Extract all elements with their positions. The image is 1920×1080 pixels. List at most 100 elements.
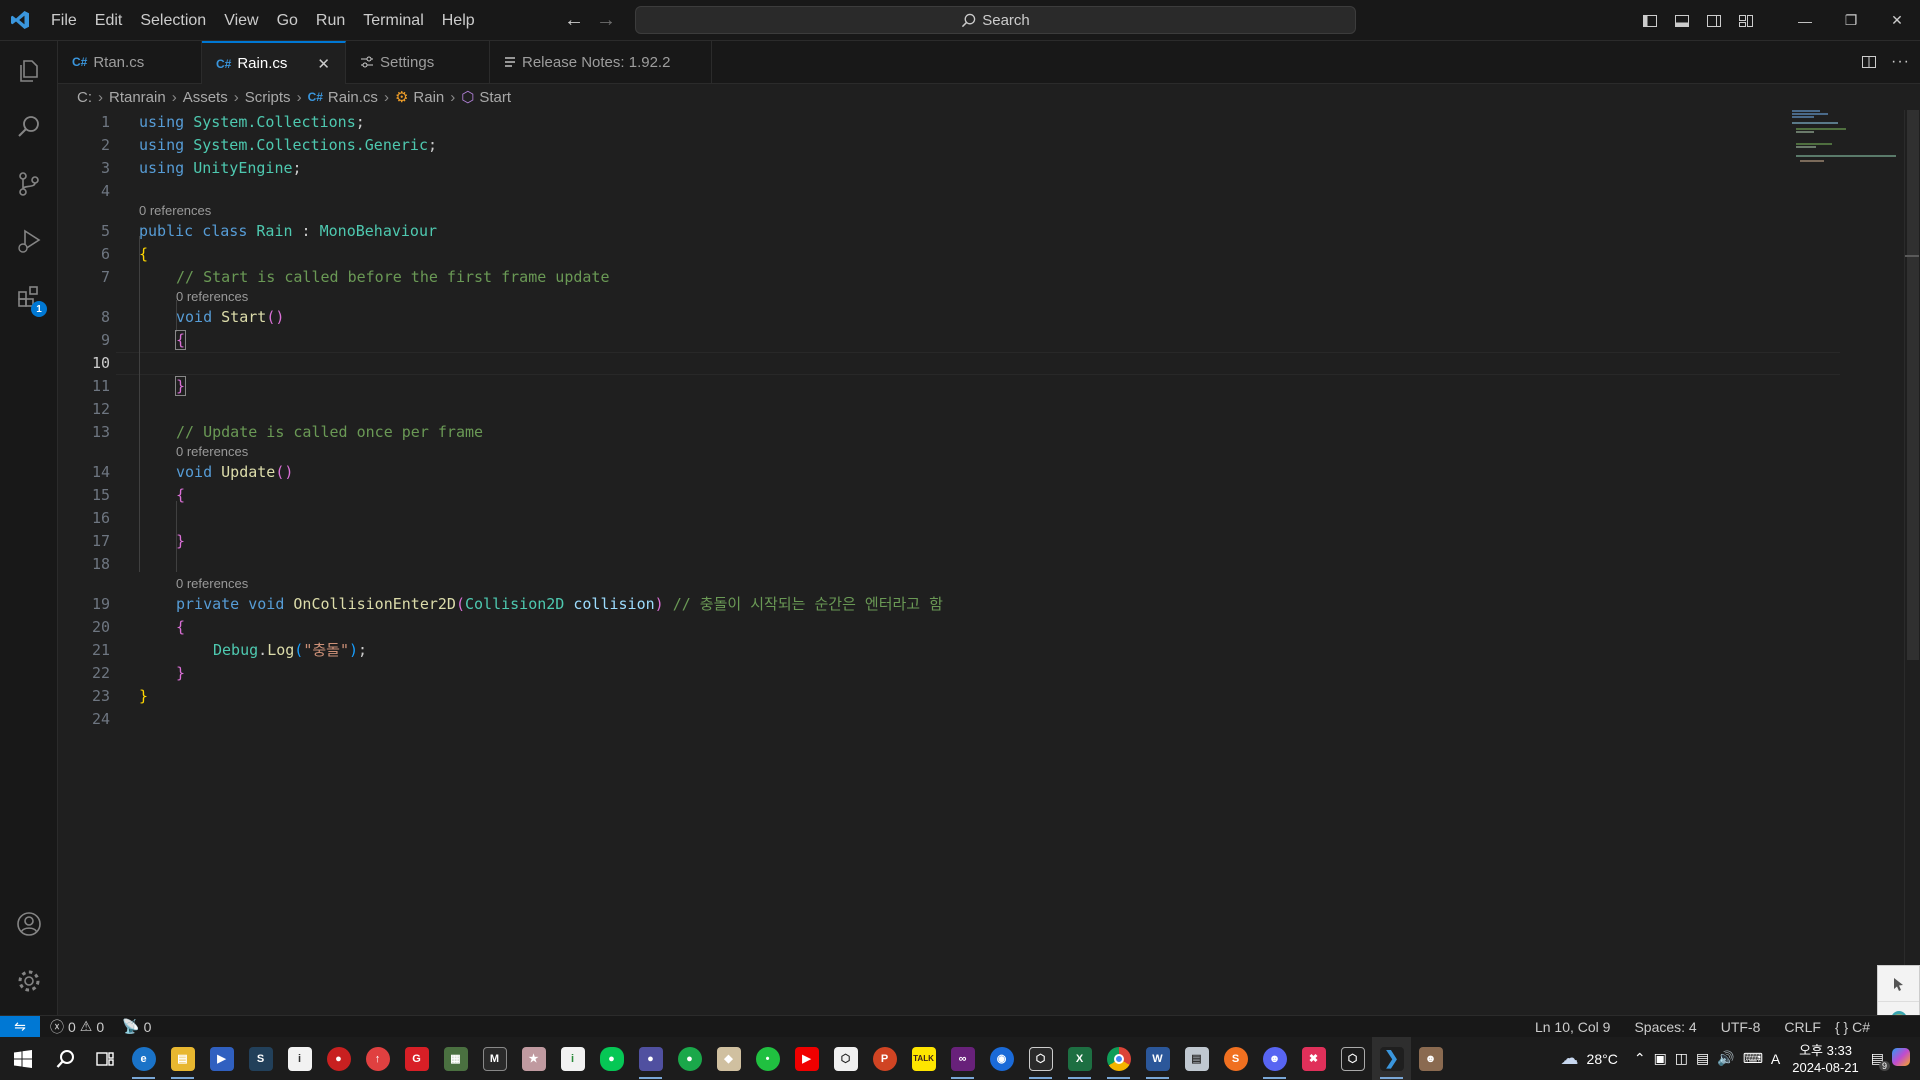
notification-center-icon[interactable]: ▤ 9 [1867,1050,1890,1071]
language-mode[interactable]: { } C# [1835,1019,1870,1035]
excel-icon[interactable]: X [1060,1037,1099,1080]
app-green-grid-icon[interactable]: ▦ [436,1037,475,1080]
end-of-line[interactable]: CRLF [1784,1019,1821,1035]
breadcrumb-folder-scripts[interactable]: Scripts [245,89,291,106]
tab-release-notes[interactable]: Release Notes: 1.92.2 [490,41,712,83]
pointer-tool-icon[interactable] [1878,966,1919,1002]
windows-start-icon[interactable] [0,1037,46,1080]
indentation[interactable]: Spaces: 4 [1634,1019,1696,1035]
command-center-search[interactable]: Search [635,6,1356,34]
ime-indicator[interactable]: A [1767,1051,1784,1067]
breadcrumb-file[interactable]: Rain.cs [328,89,378,106]
weather-temp[interactable]: 28°C [1583,1051,1622,1067]
file-explorer-icon[interactable]: ▤ [163,1037,202,1080]
weather-cloud-icon[interactable]: ☁ [1557,1048,1583,1069]
tab-settings[interactable]: Settings [346,41,490,83]
app-pink-icon[interactable]: ✖ [1294,1037,1333,1080]
extensions-icon[interactable]: 1 [0,269,58,325]
menu-help[interactable]: Help [433,0,484,41]
keyboard-icon[interactable]: ⌨ [1739,1050,1767,1067]
word-icon[interactable]: W [1138,1037,1177,1080]
usb-icon[interactable]: ▣ [1650,1050,1671,1067]
run-debug-icon[interactable] [0,213,58,269]
split-editor-icon[interactable] [1861,54,1877,70]
network-icon[interactable]: ▤ [1692,1050,1713,1067]
forward-arrow-icon[interactable]: → [596,9,616,32]
accounts-icon[interactable] [0,896,58,952]
media-player-icon[interactable]: ▶ [202,1037,241,1080]
task-view-icon[interactable] [85,1037,124,1080]
game-art-icon[interactable]: ◆ [709,1037,748,1080]
menu-terminal[interactable]: Terminal [354,0,432,41]
manage-gear-icon[interactable] [0,953,58,1009]
app-s-icon[interactable]: S [1216,1037,1255,1080]
breadcrumb-folder-assets[interactable]: Assets [183,89,228,106]
unity-editor-icon[interactable]: ⬡ [1021,1037,1060,1080]
kakaotalk-icon[interactable]: TALK [904,1037,943,1080]
steam-icon[interactable]: S [241,1037,280,1080]
customize-layout-icon[interactable] [1730,0,1762,41]
toggle-primary-sidebar-icon[interactable] [1634,0,1666,41]
app-portrait-icon[interactable]: ☻ [1411,1037,1450,1080]
menu-file[interactable]: File [42,0,86,41]
discord-icon[interactable]: ☻ [1255,1037,1294,1080]
app-white-icon[interactable]: i [280,1037,319,1080]
chrome-icon[interactable] [1099,1037,1138,1080]
tab-rtan-cs[interactable]: C# Rtan.cs [58,41,202,83]
breadcrumb-class[interactable]: Rain [413,89,444,106]
app-red-circle-icon[interactable]: ↑ [358,1037,397,1080]
cursor-position[interactable]: Ln 10, Col 9 [1535,1019,1611,1035]
display-icon[interactable]: ◫ [1671,1050,1692,1067]
edge-browser-icon[interactable]: e [124,1037,163,1080]
menu-selection[interactable]: Selection [131,0,215,41]
app-notepad-icon[interactable]: i [553,1037,592,1080]
menu-go[interactable]: Go [268,0,307,41]
minimap[interactable] [1792,110,1902,170]
game-red-icon[interactable]: ● [319,1037,358,1080]
game-controller-icon[interactable]: ● [670,1037,709,1080]
app-g-icon[interactable]: G [397,1037,436,1080]
minimize-icon[interactable]: — [1782,0,1828,41]
tab-rain-cs[interactable]: C# Rain.cs ✕ [202,41,346,84]
app-purple-icon[interactable]: ● [631,1037,670,1080]
breadcrumb-drive[interactable]: C: [77,89,92,106]
toggle-secondary-sidebar-icon[interactable] [1698,0,1730,41]
unity-icon[interactable]: ⬡ [1333,1037,1372,1080]
problems-status[interactable]: ⓧ 0 ⚠ 0 [50,1017,104,1037]
toggle-panel-icon[interactable] [1666,0,1698,41]
visual-studio-icon[interactable]: ∞ [943,1037,982,1080]
source-control-icon[interactable] [0,156,58,212]
clock[interactable]: 오후 3:33 2024-08-21 [1784,1042,1867,1076]
taskbar-search-icon[interactable] [46,1037,85,1080]
breadcrumb-folder-rtanrain[interactable]: Rtanrain [109,89,166,106]
youtube-icon[interactable]: ▶ [787,1037,826,1080]
unity-hub-icon[interactable]: ⬡ [826,1037,865,1080]
code-editor[interactable]: 1 using System.Collections; 2 using Syst… [58,110,1904,1015]
explorer-icon[interactable] [0,43,58,99]
menu-run[interactable]: Run [307,0,354,41]
ports-status[interactable]: 📡 0 [122,1018,151,1035]
back-arrow-icon[interactable]: ← [564,9,584,32]
volume-icon[interactable]: 🔊 [1713,1050,1738,1067]
more-actions-icon[interactable]: ··· [1891,53,1910,71]
editor-scrollbar[interactable] [1904,110,1920,1015]
line-chat-icon[interactable]: ● [592,1037,631,1080]
app-files-icon[interactable]: ▤ [1177,1037,1216,1080]
breadcrumb-method[interactable]: Start [479,89,511,106]
menu-edit[interactable]: Edit [86,0,132,41]
chat-green-icon[interactable]: • [748,1037,787,1080]
search-view-icon[interactable] [0,99,58,155]
chevron-up-icon[interactable]: ⌃ [1630,1050,1650,1067]
game-character-icon[interactable]: ★ [514,1037,553,1080]
vscode-taskbar-icon[interactable]: ❯ [1372,1037,1411,1080]
scrollbar-thumb[interactable] [1907,110,1919,660]
maps-pin-icon[interactable]: ◉ [982,1037,1021,1080]
file-encoding[interactable]: UTF-8 [1721,1019,1761,1035]
app-m-icon[interactable]: M [475,1037,514,1080]
close-window-icon[interactable]: ✕ [1874,0,1920,41]
copilot-icon[interactable] [1888,1048,1914,1069]
powerpoint-icon[interactable]: P [865,1037,904,1080]
close-tab-icon[interactable]: ✕ [317,55,330,73]
menu-view[interactable]: View [215,0,267,41]
restore-icon[interactable]: ❐ [1828,0,1874,41]
